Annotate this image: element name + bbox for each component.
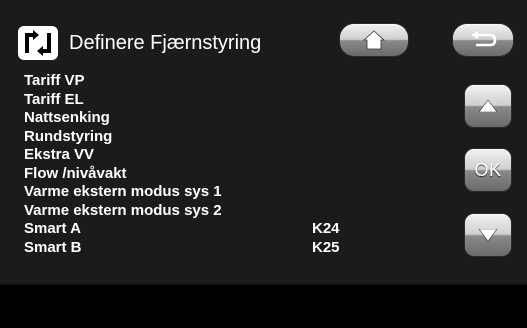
list-item-label: Rundstyring	[24, 127, 113, 145]
list-item[interactable]: Nattsenking	[24, 109, 444, 128]
list-item[interactable]: Rundstyring	[24, 128, 444, 147]
header: Definere Fjærnstyring	[0, 0, 527, 64]
list-item-label: Tariff VP	[24, 72, 85, 89]
list-item[interactable]: Flow /nivåvakt	[24, 165, 444, 184]
list-item[interactable]: Varme ekstern modus sys 1	[24, 183, 444, 202]
home-button[interactable]	[340, 24, 408, 56]
list-item-value: K24	[312, 220, 340, 237]
return-arrow-icon	[471, 31, 497, 47]
arrow-up-icon	[479, 100, 497, 112]
scroll-up-button[interactable]	[465, 85, 511, 127]
list-item-label: Smart A	[24, 220, 81, 237]
list-item-label: Flow /nivåvakt	[24, 164, 127, 182]
list-item-label: Smart B	[24, 238, 82, 256]
list-item-label: Tariff EL	[24, 90, 84, 108]
scroll-down-button[interactable]	[465, 214, 511, 256]
list-item[interactable]: Smart B K25	[24, 239, 444, 258]
back-button[interactable]	[453, 24, 513, 56]
list-item-label: Varme ekstern modus sys 2	[24, 201, 222, 219]
remote-control-icon	[18, 26, 58, 60]
page-title: Definere Fjærnstyring	[69, 32, 262, 54]
list-item-value: K25	[312, 238, 340, 256]
list-item[interactable]: Tariff VP	[24, 72, 444, 91]
arrow-down-icon	[479, 229, 497, 241]
list-item-label: Ekstra VV	[24, 146, 95, 163]
list-item[interactable]: Ekstra VV	[24, 146, 444, 165]
list-item-label: Varme ekstern modus sys 1	[24, 183, 222, 200]
ok-button-label: OK	[474, 159, 502, 180]
list-item[interactable]: Smart A K24	[24, 220, 444, 239]
ok-button[interactable]: OK	[465, 149, 511, 191]
list-item[interactable]: Varme ekstern modus sys 2	[24, 202, 444, 221]
remote-control-list: Tariff VP Tariff EL Nattsenking Rundstyr…	[24, 72, 444, 257]
list-item[interactable]: Tariff EL	[24, 91, 444, 110]
list-item-label: Nattsenking	[24, 109, 110, 126]
home-icon	[363, 30, 385, 50]
footer-bar	[0, 284, 527, 328]
